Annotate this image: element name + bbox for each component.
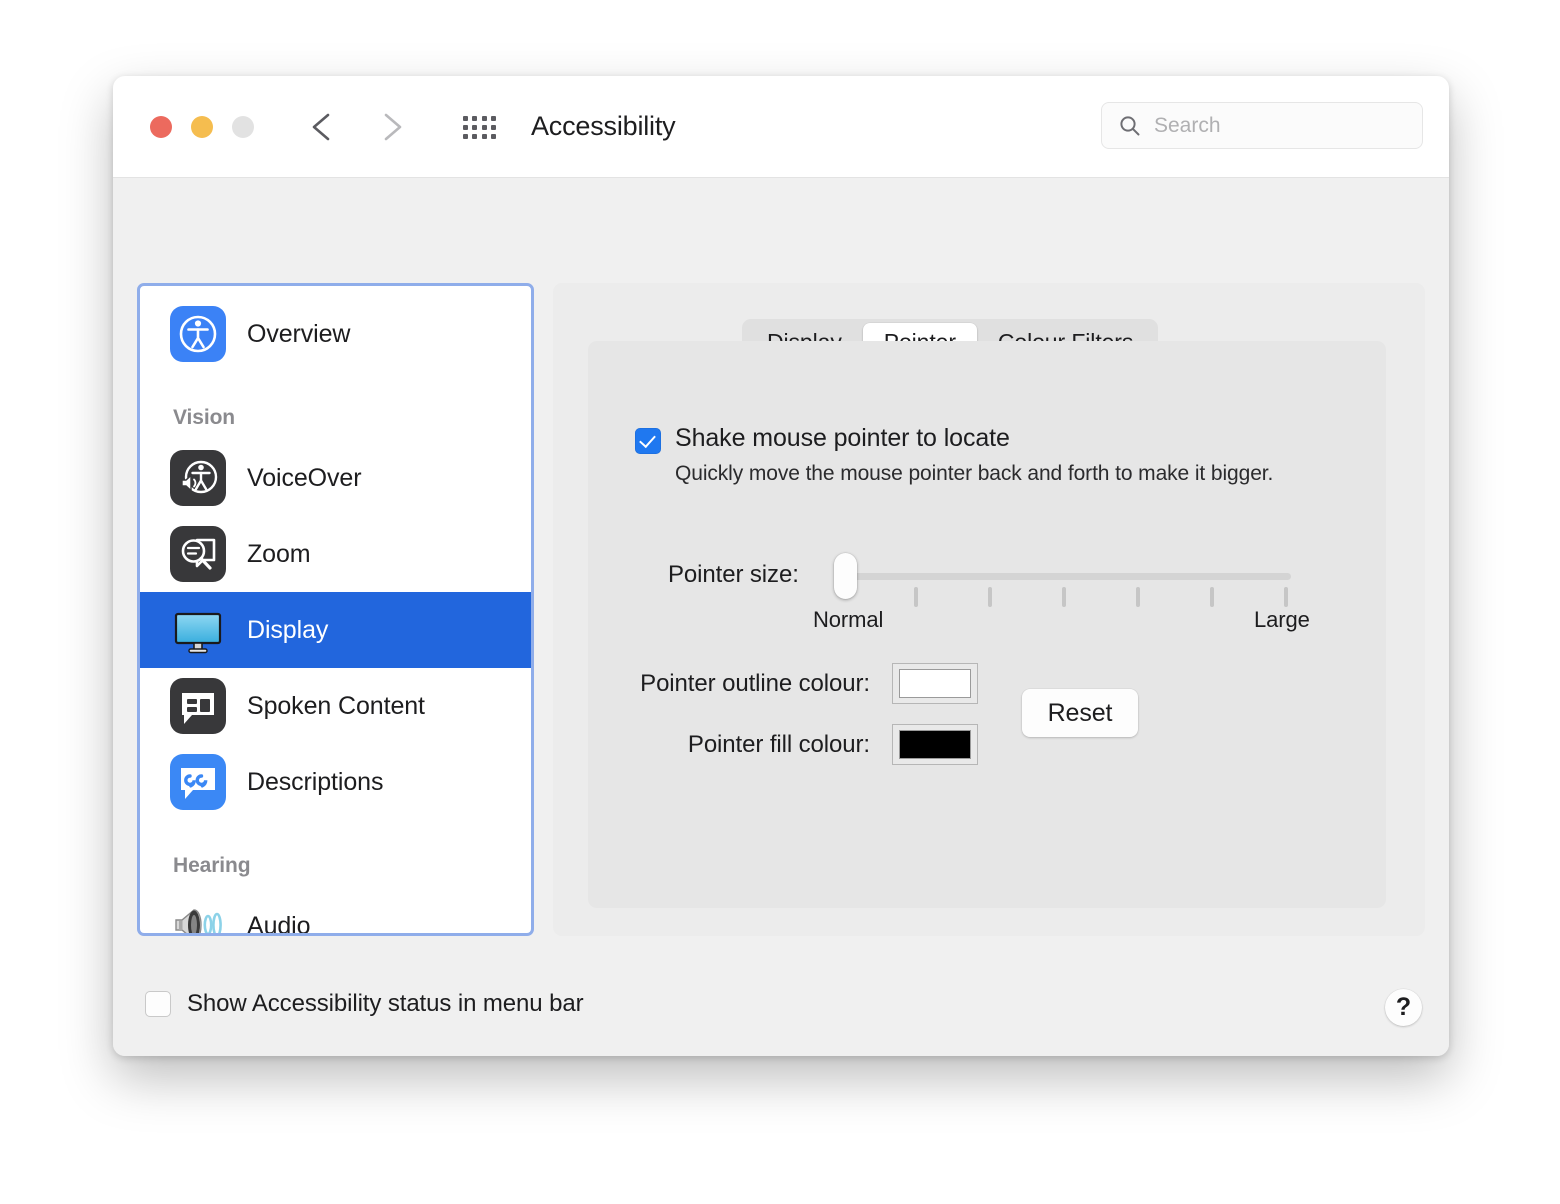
slider-tick (1210, 587, 1214, 607)
sidebar-item-descriptions[interactable]: Descriptions (140, 744, 531, 820)
search-placeholder: Search (1154, 114, 1221, 138)
sidebar-item-label: Descriptions (247, 768, 383, 797)
sidebar-item-display[interactable]: Display (140, 592, 531, 668)
zoom-magnifier-icon (170, 526, 226, 582)
chevron-right-icon[interactable] (374, 109, 408, 145)
pointer-outline-colour-well[interactable] (892, 663, 978, 704)
window-titlebar: Accessibility Search (113, 76, 1449, 178)
window-body: Overview Vision (113, 178, 1449, 1056)
accessibility-overview-icon (170, 306, 226, 362)
page-title: Accessibility (531, 111, 675, 142)
display-monitor-icon (170, 602, 226, 658)
sidebar-item-label: VoiceOver (247, 464, 361, 493)
sidebar-item-label: Display (247, 616, 328, 645)
sidebar-item-overview[interactable]: Overview (140, 296, 531, 372)
show-all-grid-icon[interactable] (463, 116, 497, 140)
slider-min-label: Normal (813, 607, 883, 633)
audio-speaker-icon (170, 898, 226, 933)
search-icon (1118, 114, 1142, 138)
sidebar-item-label: Zoom (247, 540, 311, 569)
show-accessibility-status-checkbox[interactable] (145, 991, 171, 1017)
slider-tick (1062, 587, 1066, 607)
shake-pointer-checkbox[interactable] (635, 428, 661, 454)
pointer-outline-colour-row: Pointer outline colour: (598, 663, 978, 704)
pointer-settings-group: Shake mouse pointer to locate Quickly mo… (588, 341, 1386, 908)
sidebar-scroll-area[interactable]: Overview Vision (140, 286, 531, 933)
traffic-light-buttons (150, 116, 254, 138)
descriptions-quote-icon (170, 754, 226, 810)
slider-tick (914, 587, 918, 607)
chevron-left-icon[interactable] (306, 109, 340, 145)
sidebar-item-audio[interactable]: Audio (140, 888, 531, 933)
pointer-size-slider-track[interactable] (836, 573, 1291, 580)
slider-max-label: Large (1254, 607, 1310, 633)
pointer-fill-colour-well[interactable] (892, 724, 978, 765)
show-status-row[interactable]: Show Accessibility status in menu bar (145, 990, 583, 1018)
spoken-content-icon (170, 678, 226, 734)
pointer-outline-colour-label: Pointer outline colour: (598, 670, 870, 698)
sidebar-item-spoken-content[interactable]: Spoken Content (140, 668, 531, 744)
help-button[interactable]: ? (1385, 989, 1422, 1026)
pointer-fill-colour-label: Pointer fill colour: (598, 731, 870, 759)
sidebar-item-voiceover[interactable]: VoiceOver (140, 440, 531, 516)
sidebar-item-label: Spoken Content (247, 692, 425, 721)
sidebar-item-label: Overview (247, 320, 350, 349)
pointer-size-label: Pointer size: (668, 561, 799, 589)
show-accessibility-status-label: Show Accessibility status in menu bar (187, 990, 583, 1018)
slider-tick (1136, 587, 1140, 607)
system-preferences-window: Accessibility Search (113, 76, 1449, 1056)
sidebar-section-vision: Vision (140, 406, 531, 430)
zoom-button (232, 116, 254, 138)
minimize-button[interactable] (191, 116, 213, 138)
shake-pointer-description: Quickly move the mouse pointer back and … (675, 460, 1273, 488)
pointer-size-slider-thumb[interactable] (834, 553, 857, 599)
settings-pane: Display Pointer Colour Filters Shake mou… (553, 283, 1425, 936)
sidebar-item-zoom[interactable]: Zoom (140, 516, 531, 592)
voiceover-icon (170, 450, 226, 506)
search-field[interactable]: Search (1101, 102, 1423, 149)
sidebar-section-hearing: Hearing (140, 854, 531, 878)
pointer-fill-colour-row: Pointer fill colour: (598, 724, 978, 765)
shake-pointer-label: Shake mouse pointer to locate (675, 424, 1273, 453)
slider-tick (988, 587, 992, 607)
navigation-buttons (306, 109, 408, 145)
sidebar-item-label: Audio (247, 912, 310, 934)
shake-pointer-row[interactable]: Shake mouse pointer to locate Quickly mo… (635, 424, 1273, 488)
reset-button[interactable]: Reset (1022, 689, 1138, 737)
screen: Accessibility Search (0, 0, 1560, 1204)
accessibility-category-sidebar[interactable]: Overview Vision (137, 283, 534, 936)
slider-tick (1284, 587, 1288, 607)
close-button[interactable] (150, 116, 172, 138)
